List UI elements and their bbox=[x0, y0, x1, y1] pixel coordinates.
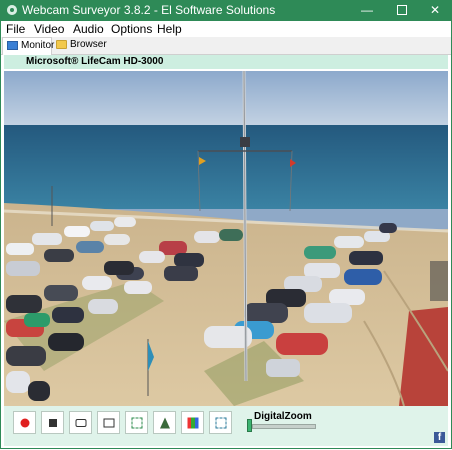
folder-icon bbox=[56, 40, 67, 49]
menu-audio[interactable]: Audio bbox=[73, 23, 104, 36]
facebook-icon[interactable]: f bbox=[434, 432, 445, 443]
video-capture-button[interactable] bbox=[97, 411, 120, 434]
camera-name: Microsoft® LifeCam HD-3000 bbox=[26, 56, 164, 67]
stop-button[interactable] bbox=[41, 411, 64, 434]
color-settings-button[interactable] bbox=[181, 411, 204, 434]
digital-zoom-thumb[interactable] bbox=[247, 419, 252, 432]
minimize-button[interactable]: — bbox=[350, 0, 384, 21]
close-button[interactable]: ✕ bbox=[418, 0, 452, 21]
stop-icon bbox=[48, 418, 57, 427]
tab-monitor[interactable]: Monitor bbox=[2, 37, 55, 55]
menu-help[interactable]: Help bbox=[157, 23, 182, 36]
webcam-app-icon bbox=[7, 5, 17, 15]
camera-feed-image bbox=[4, 71, 448, 406]
minimize-icon: — bbox=[361, 3, 373, 17]
menu-video[interactable]: Video bbox=[34, 23, 64, 36]
title-bar: Webcam Surveyor 3.8.2 - El Software Solu… bbox=[0, 0, 452, 21]
fullscreen-button[interactable] bbox=[209, 411, 232, 434]
color-icon bbox=[187, 417, 198, 428]
monitor-icon bbox=[7, 41, 18, 50]
tab-monitor-label: Monitor bbox=[21, 40, 55, 51]
camera-icon bbox=[75, 418, 86, 427]
menu-options[interactable]: Options bbox=[111, 23, 152, 36]
close-icon: ✕ bbox=[429, 3, 441, 17]
camera-feed[interactable] bbox=[4, 71, 448, 406]
video-icon bbox=[103, 418, 114, 427]
motion-detection-button[interactable] bbox=[125, 411, 148, 434]
digital-zoom-slider[interactable] bbox=[252, 424, 316, 429]
tab-browser-label: Browser bbox=[70, 39, 107, 50]
snapshot-button[interactable] bbox=[69, 411, 92, 434]
maximize-icon bbox=[397, 4, 407, 15]
menu-bar: File Video Audio Options Help bbox=[0, 21, 452, 37]
fullscreen-icon bbox=[215, 417, 226, 428]
broadcast-button[interactable] bbox=[153, 411, 176, 434]
window-title: Webcam Surveyor 3.8.2 - El Software Solu… bbox=[22, 3, 276, 17]
camera-header: Microsoft® LifeCam HD-3000 bbox=[4, 55, 448, 69]
maximize-button[interactable] bbox=[385, 0, 419, 21]
tab-browser[interactable]: Browser bbox=[52, 37, 107, 53]
digital-zoom-label: DigitalZoom bbox=[254, 411, 312, 422]
motion-icon bbox=[131, 417, 142, 428]
menu-file[interactable]: File bbox=[6, 23, 25, 36]
record-icon bbox=[20, 418, 29, 427]
tower-icon bbox=[159, 417, 170, 428]
tab-bar: Monitor Browser bbox=[0, 37, 452, 55]
control-panel: DigitalZoom f bbox=[4, 406, 448, 446]
record-button[interactable] bbox=[13, 411, 36, 434]
